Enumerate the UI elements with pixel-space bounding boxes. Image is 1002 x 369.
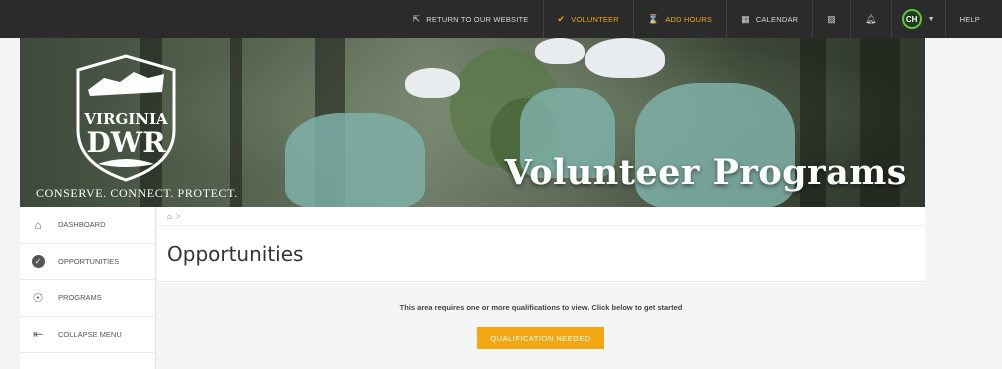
add-hours-label: ADD HOURS xyxy=(665,14,713,24)
calendar-icon: ▦ xyxy=(741,13,750,24)
main-content: ⌂ > Opportunities This area requires one… xyxy=(157,207,925,369)
calendar-link[interactable]: ▦ CALENDAR xyxy=(726,0,812,38)
sidebar-item-label: DASHBOARD xyxy=(58,220,106,230)
sidebar-item-dashboard[interactable]: ⌂ DASHBOARD xyxy=(20,207,155,244)
top-navbar: ⇱ RETURN TO OUR WEBSITE ✔ VOLUNTEER ⌛ AD… xyxy=(0,0,1002,38)
breadcrumb: ⌂ > xyxy=(157,207,925,226)
home-icon: ⌂ xyxy=(34,217,42,232)
check-circle-icon: ✓ xyxy=(31,254,45,268)
banner-title: Volunteer Programs xyxy=(504,152,907,193)
bell-icon: 🔔︎ xyxy=(865,13,877,24)
logo-line2: DWR xyxy=(87,126,167,159)
qualification-notice: This area requires one or more qualifica… xyxy=(399,303,683,312)
virginia-dwr-logo: VIRGINIA DWR xyxy=(76,54,176,182)
sidebar-item-label: OPPORTUNITIES xyxy=(58,256,120,266)
return-to-website-label: RETURN TO OUR WEBSITE xyxy=(426,14,529,24)
volunteer-link[interactable]: ✔ VOLUNTEER xyxy=(542,0,633,38)
volunteer-label: VOLUNTEER xyxy=(571,14,619,24)
user-menu[interactable]: CH ▼ xyxy=(890,0,945,38)
tree-trunk xyxy=(230,38,242,207)
sidebar-item-label: PROGRAMS xyxy=(58,293,102,303)
help-label: HELP xyxy=(959,14,980,24)
help-link[interactable]: HELP xyxy=(944,0,994,38)
check-circle-icon: ✔ xyxy=(557,13,566,24)
qualification-panel: This area requires one or more qualifica… xyxy=(157,283,925,369)
notifications-button[interactable]: 🔔︎ xyxy=(850,0,891,38)
sidebar-item-opportunities[interactable]: ✓ OPPORTUNITIES xyxy=(20,244,155,280)
sidebar: ⌂ DASHBOARD ✓ OPPORTUNITIES ☉ PROGRAMS ⇤… xyxy=(20,207,156,369)
hero-banner: VIRGINIA DWR CONSERVE. CONNECT. PROTECT.… xyxy=(20,38,925,207)
volunteer-figure xyxy=(285,113,425,207)
sidebar-item-label: COLLAPSE MENU xyxy=(58,329,122,339)
check-circle-icon-wrap: ✓ xyxy=(30,253,46,269)
volunteer-cap xyxy=(585,38,665,78)
add-hours-link[interactable]: ⌛ ADD HOURS xyxy=(632,0,726,38)
home-icon[interactable]: ⌂ xyxy=(167,212,172,221)
reports-button[interactable]: ▨ xyxy=(812,0,850,38)
breadcrumb-separator: > xyxy=(175,211,181,221)
collapse-icon: ⇤ xyxy=(32,327,44,342)
sidebar-item-programs[interactable]: ☉ PROGRAMS xyxy=(20,280,155,317)
hand-heart-icon: ☉ xyxy=(32,290,44,305)
volunteer-cap xyxy=(535,38,585,64)
calendar-label: CALENDAR xyxy=(755,14,799,24)
return-to-website-link[interactable]: ⇱ RETURN TO OUR WEBSITE xyxy=(398,0,542,38)
page-title: Opportunities xyxy=(157,226,925,282)
sidebar-item-collapse-menu[interactable]: ⇤ COLLAPSE MENU xyxy=(20,317,155,353)
chevron-down-icon: ▼ xyxy=(927,15,935,23)
hourglass-icon: ⌛ xyxy=(647,13,660,24)
external-link-icon: ⇱ xyxy=(412,13,421,24)
banner-tagline: CONSERVE. CONNECT. PROTECT. xyxy=(36,186,238,200)
volunteer-cap xyxy=(405,68,460,98)
qualification-needed-button[interactable]: QUALIFICATION NEEDED xyxy=(477,327,604,349)
chart-icon: ▨ xyxy=(827,13,837,24)
avatar[interactable]: CH xyxy=(901,9,922,29)
